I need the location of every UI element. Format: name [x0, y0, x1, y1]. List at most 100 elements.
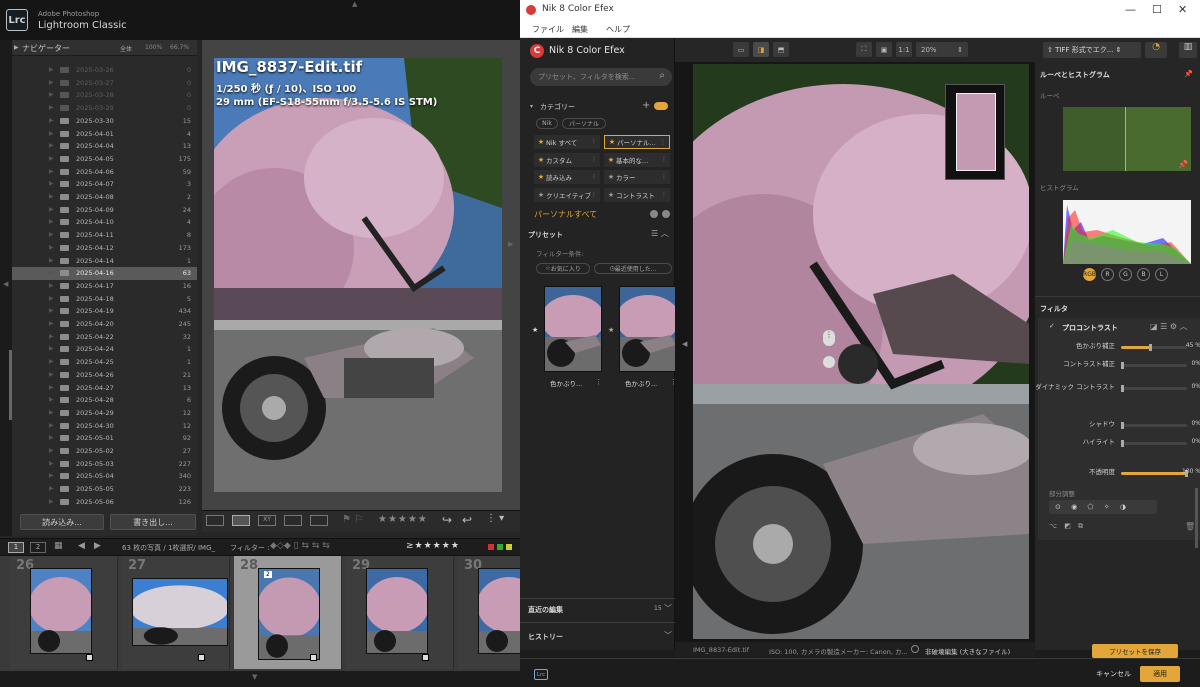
folder-row[interactable]: ▶ 2025-04-08 2 — [12, 191, 197, 204]
slider-track[interactable] — [1121, 385, 1187, 392]
more-icon[interactable]: ⋮ — [661, 173, 667, 180]
folder-row[interactable]: ▶ 2025-04-09 24 — [12, 204, 197, 217]
more-icon[interactable]: ⋮ — [591, 156, 597, 163]
expand-triangle-icon[interactable]: ▶ — [49, 66, 54, 73]
save-preset-button[interactable]: プリセットを保存 — [1092, 644, 1178, 658]
more-icon[interactable]: ⋮ — [591, 173, 597, 180]
green-label-icon[interactable] — [497, 544, 503, 550]
folder-row[interactable]: ▶ 2025-04-04 13 — [12, 140, 197, 153]
folder-row[interactable]: ▶ 2025-04-20 245 — [12, 318, 197, 331]
filter-slider[interactable]: ハイライト 0% — [1049, 436, 1200, 450]
preset-star-icon[interactable]: ★ — [532, 326, 538, 334]
folder-row[interactable]: ▶ 2025-04-28 6 — [12, 394, 197, 407]
apply-button[interactable]: 適用 — [1140, 666, 1180, 682]
filmstrip-cell[interactable]: 29 — [346, 556, 454, 669]
nondestructive-checkbox[interactable] — [911, 645, 919, 653]
preset-thumbnail[interactable] — [619, 286, 677, 372]
expand-triangle-icon[interactable]: ▶ — [49, 218, 54, 225]
filter-slider[interactable]: 不透明度 100 % — [1049, 466, 1200, 480]
expand-triangle-icon[interactable]: ▶ — [49, 345, 54, 352]
rotate-left-icon[interactable]: ↪ — [442, 513, 452, 527]
expand-triangle-icon[interactable]: ▶ — [49, 295, 54, 302]
left-panel-edge[interactable]: ◀ — [0, 40, 12, 536]
expand-triangle-icon[interactable]: ▶ — [49, 384, 54, 391]
slider-knob[interactable] — [1148, 344, 1152, 351]
search-input[interactable]: プリセット、フィルタを検索... ⌕ — [530, 68, 672, 86]
compare-view-icon[interactable]: XY — [258, 515, 276, 526]
star-icon[interactable]: ★ — [536, 156, 546, 164]
pin-icon[interactable]: 📌 — [1184, 70, 1193, 78]
export-button[interactable]: 書き出し... — [110, 514, 196, 530]
expand-triangle-icon[interactable]: ▶ — [49, 396, 54, 403]
star-icon[interactable]: ★ — [606, 156, 616, 164]
monitor-2-button[interactable]: 2 — [30, 542, 46, 553]
preset-thumbnail[interactable] — [544, 286, 602, 372]
folder-row[interactable]: ▶ 2025-03-30 15 — [12, 115, 197, 128]
survey-view-icon[interactable] — [284, 515, 302, 526]
folder-row[interactable]: ▶ 2025-04-27 13 — [12, 382, 197, 395]
control-point-tools[interactable]: ⊙ ◉ ⬠ ✧ ◑ — [1049, 500, 1157, 514]
expand-triangle-icon[interactable]: ▶ — [49, 434, 54, 441]
expand-triangle-icon[interactable]: ▶ — [49, 371, 54, 378]
more-icon[interactable]: ⋮ — [661, 156, 667, 163]
filter-slider[interactable]: シャドウ 0% — [1049, 418, 1200, 432]
folder-row[interactable]: ▶ 2025-05-06 126 — [12, 496, 197, 509]
filmstrip-thumbnail[interactable] — [258, 568, 320, 660]
folder-row[interactable]: ▶ 2025-04-12 173 — [12, 242, 197, 255]
expand-triangle-icon[interactable]: ▶ — [49, 231, 54, 238]
expand-triangle-icon[interactable]: ▶ — [49, 307, 54, 314]
star-icon[interactable]: ★ — [606, 191, 616, 199]
filmstrip-cell[interactable]: 26 — [10, 556, 118, 669]
history-title[interactable]: ヒストリー — [528, 632, 563, 642]
expand-triangle-icon[interactable]: ▶ — [49, 358, 54, 365]
filmstrip-thumbnail[interactable] — [30, 568, 92, 654]
red-label-icon[interactable] — [488, 544, 494, 550]
filter-favorites[interactable]: ☆ お気に入り — [536, 263, 590, 274]
rotate-right-icon[interactable]: ↩ — [462, 513, 472, 527]
flag-icon[interactable]: ⚑ ⚐ — [342, 514, 363, 525]
loupe-view-icon[interactable] — [232, 515, 250, 526]
expand-triangle-icon[interactable]: ▶ — [49, 472, 54, 479]
people-view-icon[interactable] — [310, 515, 328, 526]
presets-menu-icon[interactable]: ☰ ︿ — [651, 228, 669, 239]
folder-row[interactable]: ▶ 2025-04-19 434 — [12, 305, 197, 318]
expand-triangle-icon[interactable]: ▶ — [49, 333, 54, 340]
channel-button[interactable]: G — [1119, 268, 1132, 281]
expand-triangle-icon[interactable]: ▶ — [49, 447, 54, 454]
filter-slider[interactable]: コントラスト補正 0% — [1049, 358, 1200, 372]
folder-row[interactable]: ▶ 2025-05-05 223 — [12, 483, 197, 496]
monitor-1-button[interactable]: 1 — [8, 542, 24, 553]
folder-row[interactable]: ▶ 2025-03-29 0 — [12, 102, 197, 115]
folder-row[interactable]: ▶ 2025-04-29 12 — [12, 407, 197, 420]
folder-row[interactable]: ▶ 2025-04-22 32 — [12, 331, 197, 344]
more-tools-icon[interactable]: ⋮ ▾ — [486, 513, 504, 524]
filter-recent[interactable]: ◷ 最近使用した... — [594, 263, 672, 274]
folder-row[interactable]: ▶ 2025-04-07 3 — [12, 178, 197, 191]
slider-track[interactable] — [1121, 440, 1187, 447]
expand-triangle-icon[interactable]: ▶ — [49, 91, 54, 98]
tab-nik[interactable]: Nik — [536, 118, 558, 129]
category-item[interactable]: ★ 基本的な... ⋮ — [604, 152, 670, 167]
category-item[interactable]: ★ 読み込み ⋮ — [534, 170, 600, 184]
filter-slider[interactable]: ダイナミック コントラスト 0% — [1035, 381, 1200, 395]
fit-icon[interactable]: ⛶ — [856, 42, 872, 57]
folder-row[interactable]: ▶ 2025-04-11 8 — [12, 229, 197, 242]
minimap-viewport[interactable] — [956, 93, 996, 171]
expand-triangle-icon[interactable]: ▶ — [49, 79, 54, 86]
single-view-icon[interactable]: ▭ — [733, 42, 749, 57]
expand-triangle-icon[interactable]: ▶ — [49, 130, 54, 137]
folder-row[interactable]: ▶ 2025-03-28 0 — [12, 89, 197, 102]
maximize-icon[interactable]: ☐ — [1152, 3, 1162, 16]
expand-triangle-icon[interactable]: ▶ — [49, 498, 54, 505]
category-item[interactable]: ★ カラー ⋮ — [604, 170, 670, 184]
expand-triangle-icon[interactable]: ▶ — [49, 409, 54, 416]
expand-triangle-icon[interactable]: ▶ — [49, 460, 54, 467]
navigator-minimap[interactable] — [945, 84, 1005, 180]
expand-triangle-icon[interactable]: ▶ — [49, 193, 54, 200]
channel-button[interactable]: R — [1101, 268, 1114, 281]
yellow-label-icon[interactable] — [506, 544, 512, 550]
main-photo[interactable] — [214, 58, 502, 492]
slider-track[interactable] — [1121, 362, 1187, 369]
expand-triangle-icon[interactable]: ▶ — [49, 104, 54, 111]
slider-track[interactable] — [1121, 470, 1188, 477]
